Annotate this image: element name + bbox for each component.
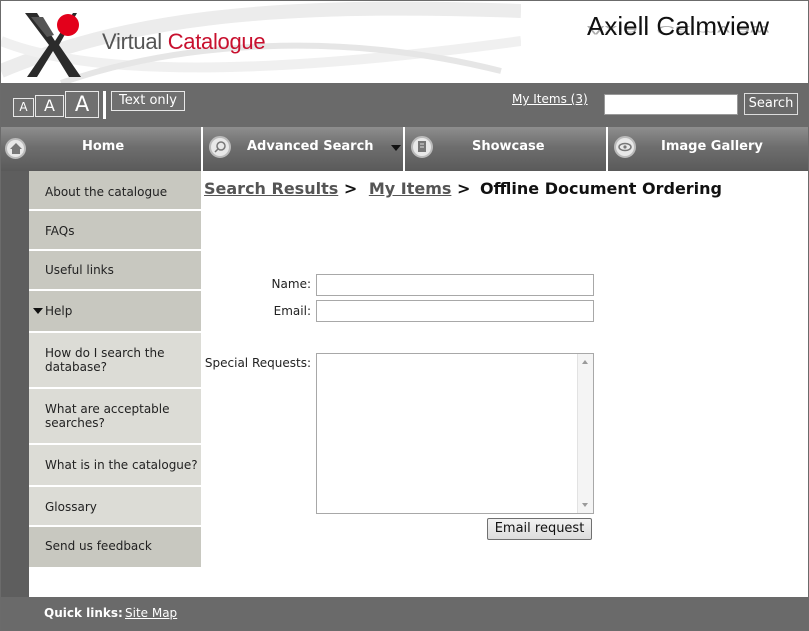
font-size-large-button[interactable]: A — [65, 91, 99, 118]
sidebar-item-glossary[interactable]: Glossary — [29, 487, 201, 527]
font-size-small-button[interactable]: A — [13, 98, 34, 117]
breadcrumb-my-items[interactable]: My Items — [369, 179, 452, 198]
footer: Quick links: Site Map — [1, 597, 808, 630]
sidebar-item-label: About the catalogue — [45, 185, 168, 199]
sidebar-item-acceptable-searches[interactable]: What are acceptable searches? — [29, 389, 201, 445]
page-title: Offline Document Ordering — [479, 179, 723, 198]
left-rail — [1, 171, 29, 597]
special-requests-textarea[interactable] — [316, 353, 594, 514]
sidebar-item-label: Help — [45, 304, 73, 318]
tab-home[interactable]: Home — [1, 127, 203, 171]
sidebar-item-label: Send us feedback — [45, 539, 152, 553]
page-frame: Virtual Catalogue Axiell Calmview Axiell… — [0, 0, 809, 631]
main-nav: Home Advanced Search Showcase Image Gall… — [1, 127, 808, 171]
name-label: Name: — [271, 277, 311, 291]
chevron-down-icon[interactable] — [391, 145, 401, 151]
tab-advanced-search-label: Advanced Search — [247, 139, 374, 154]
document-icon — [411, 136, 433, 158]
sidebar-item-label: FAQs — [45, 224, 75, 238]
search-button[interactable]: Search — [744, 93, 798, 115]
breadcrumb: Search Results > My Items > Offline Docu… — [204, 179, 722, 198]
name-field[interactable] — [316, 274, 594, 296]
sidebar-item-about[interactable]: About the catalogue — [29, 171, 201, 211]
tab-showcase-label: Showcase — [472, 139, 545, 154]
breadcrumb-separator: > — [343, 179, 358, 198]
breadcrumb-search-results[interactable]: Search Results — [204, 179, 338, 198]
breadcrumb-separator: > — [456, 179, 471, 198]
special-requests-label: Special Requests: — [204, 356, 311, 370]
tab-advanced-search[interactable]: Advanced Search — [203, 127, 405, 171]
tab-showcase[interactable]: Showcase — [405, 127, 608, 171]
tab-image-gallery[interactable]: Image Gallery — [608, 127, 808, 171]
site-name-virtual: Virtual — [102, 29, 168, 54]
scroll-up-icon[interactable] — [582, 360, 588, 364]
sidebar-item-useful-links[interactable]: Useful links — [29, 251, 201, 291]
text-only-button[interactable]: Text only — [111, 91, 185, 111]
sidebar-item-faqs[interactable]: FAQs — [29, 211, 201, 251]
tab-home-label: Home — [82, 139, 125, 154]
site-map-link[interactable]: Site Map — [125, 606, 177, 620]
toolbar-divider — [103, 91, 106, 119]
scroll-down-icon[interactable] — [582, 503, 588, 507]
eye-icon — [614, 136, 636, 158]
sidebar-item-label: What is in the catalogue? — [45, 458, 198, 472]
sidebar-item-label: How do I search the database? — [45, 346, 165, 374]
sidebar-item-whats-in-catalogue[interactable]: What is in the catalogue? — [29, 445, 201, 487]
magnifier-icon — [209, 136, 231, 158]
site-name-catalogue: Catalogue — [167, 29, 266, 54]
triangle-down-icon — [33, 308, 43, 314]
textarea-scrollbar[interactable] — [577, 354, 593, 513]
sidebar-item-label: Glossary — [45, 500, 97, 514]
brand-reflection: Axiell Calmview — [587, 23, 770, 38]
sidebar-item-label: Useful links — [45, 263, 114, 277]
toolbar: A A A Text only My Items (3) Search — [1, 83, 808, 127]
font-size-medium-button[interactable]: A — [35, 95, 64, 117]
site-name: Virtual Catalogue — [102, 29, 266, 55]
email-label: Email: — [273, 304, 311, 318]
email-field[interactable] — [316, 300, 594, 322]
sidebar-item-how-search[interactable]: How do I search the database? — [29, 333, 201, 389]
quick-links-label: Quick links: — [44, 606, 123, 620]
axiell-logo[interactable] — [23, 11, 85, 77]
sidebar-item-help[interactable]: Help — [29, 291, 201, 333]
tab-image-gallery-label: Image Gallery — [661, 139, 763, 154]
my-items-link[interactable]: My Items (3) — [512, 92, 588, 106]
header: Virtual Catalogue Axiell Calmview Axiell… — [1, 1, 808, 83]
sidebar-item-label: What are acceptable searches? — [45, 402, 170, 430]
email-request-button[interactable]: Email request — [487, 518, 592, 540]
sidebar: About the catalogue FAQs Useful links He… — [29, 171, 201, 567]
search-input[interactable] — [604, 94, 738, 115]
home-icon — [5, 138, 26, 159]
sidebar-item-feedback[interactable]: Send us feedback — [29, 527, 201, 567]
